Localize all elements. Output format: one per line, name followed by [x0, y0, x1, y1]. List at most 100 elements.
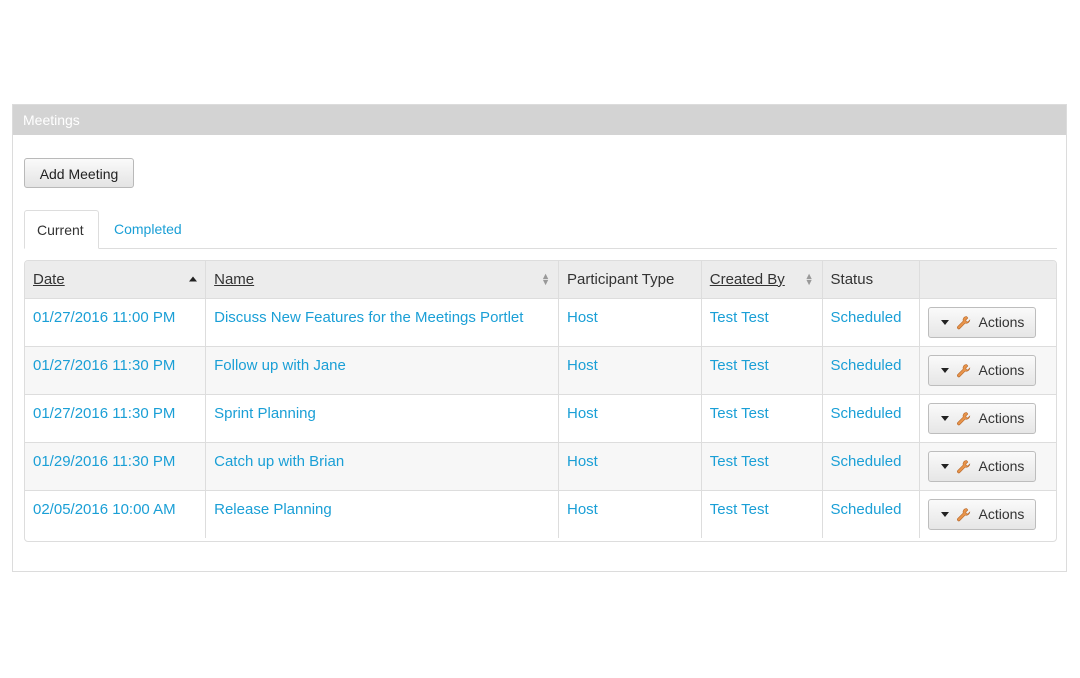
column-header-label: Participant Type — [567, 270, 675, 288]
caret-down-icon — [940, 368, 949, 374]
actions-button[interactable]: Actions — [927, 450, 1036, 482]
sort-icon: ▲ ▼ — [804, 271, 814, 288]
cell-participant-type[interactable]: Host — [558, 394, 702, 443]
date-link[interactable]: 01/29/2016 11:30 PM — [33, 453, 175, 470]
date-link[interactable]: 01/27/2016 11:30 PM — [33, 405, 175, 422]
created-by-link[interactable]: Test Test — [710, 357, 769, 374]
tab-bar: Current Completed — [24, 210, 1057, 249]
wrench-icon — [957, 507, 971, 521]
column-header-participant-type: Participant Type — [558, 261, 702, 299]
table-row: 01/29/2016 11:30 PM Catch up with Brian … — [25, 442, 1056, 491]
wrench-icon — [957, 411, 971, 425]
created-by-link[interactable]: Test Test — [710, 501, 769, 518]
cell-actions: Actions — [919, 394, 1056, 443]
meeting-name-link[interactable]: Sprint Planning — [214, 405, 316, 422]
actions-button[interactable]: Actions — [927, 402, 1036, 434]
table-row: 01/27/2016 11:00 PM Discuss New Features… — [25, 298, 1056, 347]
cell-date[interactable]: 01/27/2016 11:30 PM — [25, 394, 207, 443]
meeting-name-link[interactable]: Follow up with Jane — [214, 357, 346, 374]
cell-actions: Actions — [919, 298, 1056, 347]
meetings-portlet: Meetings Add Meeting Current Completed D… — [12, 104, 1067, 572]
status-link[interactable]: Scheduled — [831, 405, 902, 422]
actions-label: Actions — [978, 505, 1025, 522]
cell-participant-type[interactable]: Host — [558, 490, 702, 538]
tab-current[interactable]: Current — [24, 210, 99, 249]
tab-completed[interactable]: Completed — [102, 210, 194, 248]
column-header-label: Created By — [709, 270, 785, 288]
cell-status[interactable]: Scheduled — [822, 442, 920, 491]
meetings-table: Date Name ▲ ▼ Participant Type Created By… — [24, 260, 1057, 542]
cell-created-by[interactable]: Test Test — [701, 394, 823, 443]
cell-name[interactable]: Sprint Planning — [205, 394, 559, 443]
date-link[interactable]: 02/05/2016 10:00 AM — [33, 501, 176, 518]
meeting-name-link[interactable]: Catch up with Brian — [214, 453, 344, 470]
column-header-created-by[interactable]: Created By ▲ ▼ — [701, 261, 823, 299]
cell-date[interactable]: 01/29/2016 11:30 PM — [25, 442, 207, 491]
participant-type-link[interactable]: Host — [567, 309, 598, 326]
sort-icon: ▲ ▼ — [541, 271, 550, 288]
created-by-link[interactable]: Test Test — [710, 453, 769, 470]
meeting-name-link[interactable]: Release Planning — [214, 501, 332, 518]
cell-created-by[interactable]: Test Test — [701, 346, 823, 395]
actions-label: Actions — [978, 409, 1025, 426]
status-link[interactable]: Scheduled — [831, 501, 902, 518]
cell-name[interactable]: Release Planning — [205, 490, 559, 538]
meeting-name-link[interactable]: Discuss New Features for the Meetings Po… — [214, 309, 523, 326]
participant-type-link[interactable]: Host — [567, 357, 598, 374]
cell-participant-type[interactable]: Host — [558, 298, 702, 347]
caret-down-icon — [940, 320, 949, 326]
cell-status[interactable]: Scheduled — [822, 298, 920, 347]
status-link[interactable]: Scheduled — [831, 453, 902, 470]
caret-up-icon — [189, 276, 198, 282]
actions-label: Actions — [978, 313, 1025, 330]
column-header-name[interactable]: Name ▲ ▼ — [205, 261, 559, 299]
cell-created-by[interactable]: Test Test — [701, 298, 823, 347]
portlet-title: Meetings — [13, 105, 1066, 135]
table-row: 02/05/2016 10:00 AM Release Planning Hos… — [25, 490, 1056, 538]
cell-actions: Actions — [919, 490, 1056, 538]
wrench-icon — [957, 363, 971, 377]
actions-button[interactable]: Actions — [927, 354, 1036, 386]
actions-button[interactable]: Actions — [927, 306, 1036, 338]
cell-participant-type[interactable]: Host — [558, 442, 702, 491]
table-row: 01/27/2016 11:30 PM Follow up with Jane … — [25, 346, 1056, 395]
column-header-label: Status — [830, 270, 874, 288]
cell-name[interactable]: Follow up with Jane — [205, 346, 559, 395]
actions-label: Actions — [978, 361, 1025, 378]
cell-name[interactable]: Catch up with Brian — [205, 442, 559, 491]
cell-name[interactable]: Discuss New Features for the Meetings Po… — [205, 298, 559, 347]
column-header-label: Date — [33, 270, 65, 288]
caret-down-icon — [940, 512, 949, 518]
cell-status[interactable]: Scheduled — [822, 394, 920, 443]
table-row: 01/27/2016 11:30 PM Sprint Planning Host… — [25, 394, 1056, 443]
cell-date[interactable]: 01/27/2016 11:30 PM — [25, 346, 207, 395]
add-meeting-button[interactable]: Add Meeting — [24, 158, 134, 188]
table-header-row: Date Name ▲ ▼ Participant Type Created By… — [25, 261, 1056, 299]
wrench-icon — [957, 315, 971, 329]
participant-type-link[interactable]: Host — [567, 501, 598, 518]
status-link[interactable]: Scheduled — [831, 357, 902, 374]
caret-down-icon — [940, 416, 949, 422]
participant-type-link[interactable]: Host — [567, 405, 598, 422]
date-link[interactable]: 01/27/2016 11:00 PM — [33, 309, 175, 326]
column-header-date[interactable]: Date — [25, 261, 207, 299]
cell-created-by[interactable]: Test Test — [701, 490, 823, 538]
column-header-status: Status — [822, 261, 920, 299]
cell-participant-type[interactable]: Host — [558, 346, 702, 395]
cell-actions: Actions — [919, 346, 1056, 395]
cell-created-by[interactable]: Test Test — [701, 442, 823, 491]
column-header-label: Name — [214, 270, 255, 288]
cell-status[interactable]: Scheduled — [822, 490, 920, 538]
created-by-link[interactable]: Test Test — [710, 405, 769, 422]
date-link[interactable]: 01/27/2016 11:30 PM — [33, 357, 175, 374]
cell-date[interactable]: 01/27/2016 11:00 PM — [25, 298, 207, 347]
cell-date[interactable]: 02/05/2016 10:00 AM — [25, 490, 207, 538]
participant-type-link[interactable]: Host — [567, 453, 598, 470]
cell-actions: Actions — [919, 442, 1056, 491]
created-by-link[interactable]: Test Test — [710, 309, 769, 326]
cell-status[interactable]: Scheduled — [822, 346, 920, 395]
status-link[interactable]: Scheduled — [831, 309, 902, 326]
wrench-icon — [957, 459, 971, 473]
actions-button[interactable]: Actions — [927, 498, 1036, 530]
caret-down-icon — [940, 464, 949, 470]
